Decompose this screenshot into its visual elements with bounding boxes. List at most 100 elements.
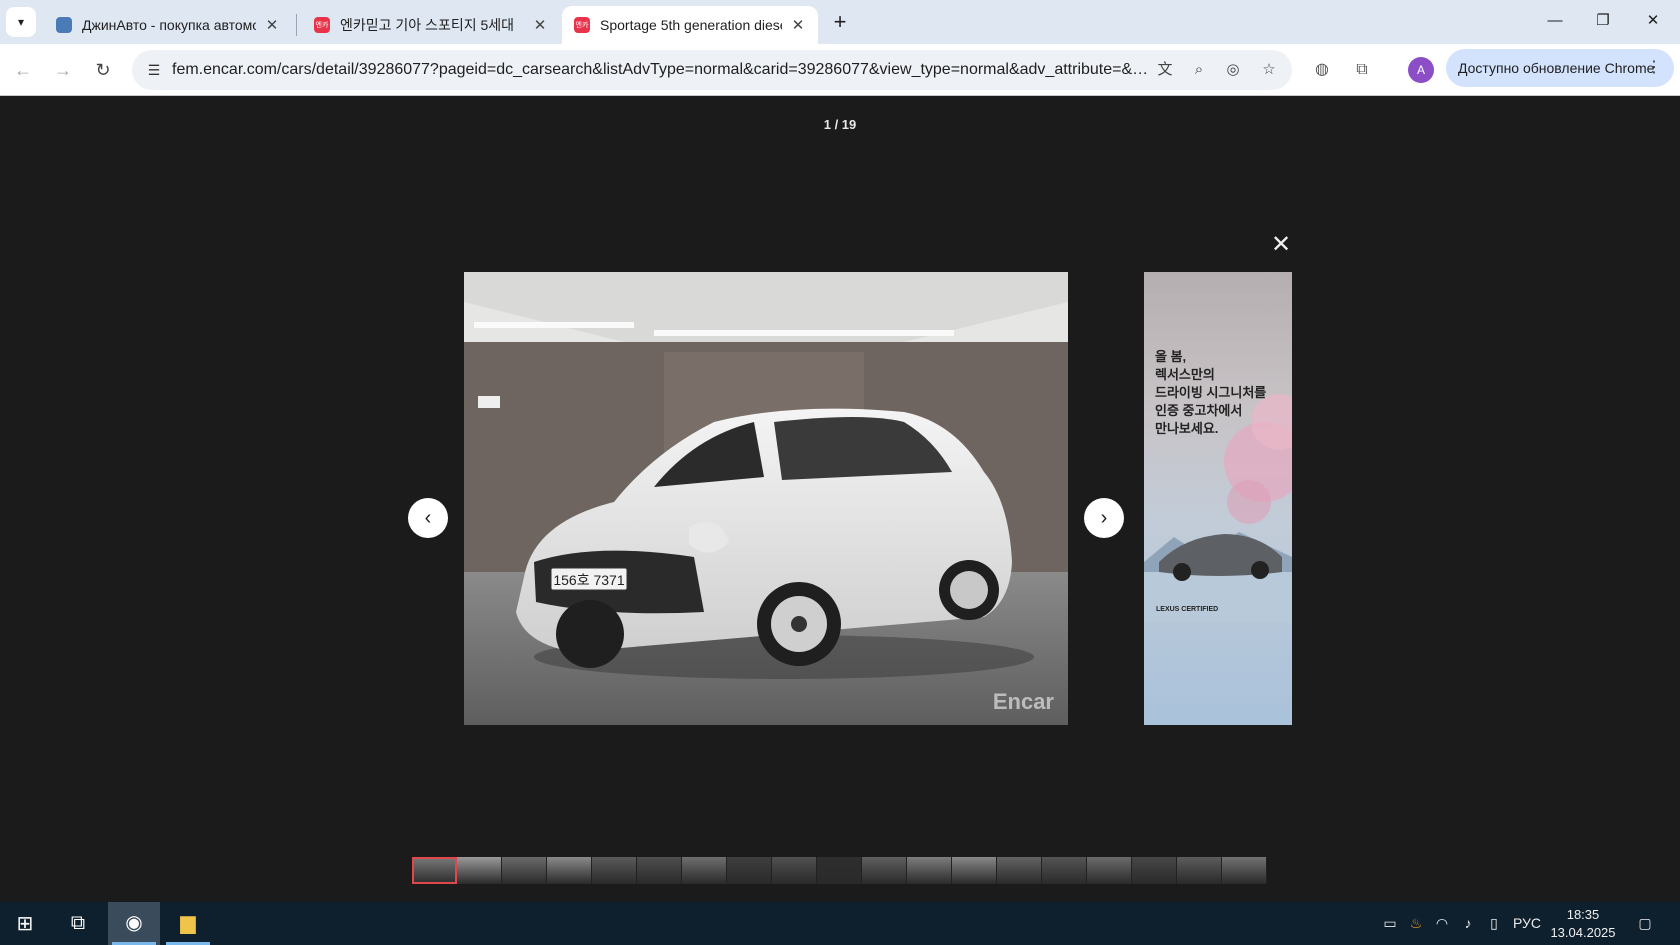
minimize-icon: —: [1547, 12, 1563, 29]
photo-thumbnail[interactable]: [592, 857, 637, 884]
close-icon: ✕: [1270, 231, 1292, 258]
tab-title: ДжинАвто - покупка автомобиля: [82, 17, 256, 33]
close-tab-icon[interactable]: ✕: [264, 16, 280, 34]
windows-taskbar: ⊞ ⧉ ◉ ▆ ▭ ♨ ◠ ♪ ▯ РУС 18:35 13.04.2025 ▢: [0, 902, 1680, 945]
photo-thumbnail[interactable]: [907, 857, 952, 884]
chevron-right-icon: ›: [1100, 507, 1108, 529]
photo-thumbnail[interactable]: [1087, 857, 1132, 884]
photo-counter: 1 / 19: [823, 117, 857, 132]
chrome-icon: ◉: [125, 912, 143, 934]
tab-encar-search[interactable]: 엔카 엔카믿고 기아 스포티지 5세대 ✕: [302, 6, 560, 44]
encar-favicon: 엔카: [574, 17, 590, 33]
photo-thumbnail[interactable]: [547, 857, 592, 884]
chevron-down-icon: ▾: [17, 15, 25, 29]
ad-illustration: [1144, 394, 1292, 622]
taskbar-file-explorer[interactable]: ▆: [162, 902, 214, 945]
extensions-icon[interactable]: ⧉: [1348, 56, 1376, 84]
taskbar-chrome[interactable]: ◉: [108, 902, 160, 945]
reload-button[interactable]: ↻: [88, 55, 118, 85]
new-tab-button[interactable]: +: [826, 8, 854, 36]
plus-icon: +: [833, 9, 847, 34]
close-tab-icon[interactable]: ✕: [790, 16, 806, 34]
restore-button[interactable]: ❐: [1580, 4, 1626, 38]
clock-date: 13.04.2025: [1550, 925, 1616, 940]
update-label: Доступно обновление Chrome: [1458, 60, 1655, 76]
car-photo: 156호 7371 Encar: [464, 272, 1068, 725]
language-indicator[interactable]: РУС: [1510, 902, 1544, 945]
photo-thumbnail[interactable]: [952, 857, 997, 884]
close-window-button[interactable]: ✕: [1630, 4, 1676, 38]
tab-search-button[interactable]: ▾: [6, 7, 36, 37]
eye-off-icon[interactable]: ◎: [1220, 58, 1246, 82]
jinauto-favicon: [56, 17, 72, 33]
battery-icon[interactable]: ▭: [1378, 902, 1402, 945]
reload-icon: ↻: [95, 60, 111, 80]
windows-logo-icon: ⊞: [16, 913, 34, 935]
photo-thumbnail[interactable]: [1042, 857, 1087, 884]
zoom-icon[interactable]: ⌕: [1186, 58, 1212, 82]
photo-thumbnail[interactable]: [727, 857, 772, 884]
kebab-menu-icon[interactable]: ⋮: [1646, 49, 1662, 87]
viewer-close-button[interactable]: ✕: [1268, 232, 1294, 258]
bookmark-star-icon[interactable]: ☆: [1256, 58, 1282, 82]
photo-thumbnail[interactable]: [457, 857, 502, 884]
ad-headline: 올 봄, 렉서스만의 드라이빙 시그니처를 인증 중고차에서 만나보세요.: [1155, 349, 1267, 436]
close-icon: ✕: [1646, 12, 1660, 29]
tab-jinauto[interactable]: ДжинАвто - покупка автомобиля ✕: [44, 6, 292, 44]
photo-thumbnail[interactable]: [1177, 857, 1222, 884]
java-icon[interactable]: ♨: [1404, 902, 1428, 945]
photo-thumbnail[interactable]: [997, 857, 1042, 884]
tab-title: Sportage 5th generation diesel: [600, 17, 782, 33]
back-button[interactable]: ←: [8, 55, 38, 85]
browser-chrome: ▾ ДжинАвто - покупка автомобиля ✕ 엔카 엔카믿…: [0, 0, 1680, 96]
address-bar[interactable]: ☰ fem.encar.com/cars/detail/39286077?pag…: [132, 50, 1292, 90]
restore-icon: ❐: [1596, 12, 1610, 29]
photo-thumbnail[interactable]: [637, 857, 682, 884]
globe-icon[interactable]: ◍: [1308, 56, 1336, 84]
photo-thumbnail[interactable]: [412, 857, 457, 884]
next-photo-button[interactable]: ›: [1084, 498, 1124, 538]
task-view-button[interactable]: ⧉: [52, 902, 104, 945]
encar-watermark: Encar: [992, 689, 1054, 714]
lexus-ad-banner[interactable]: 올 봄, 렉서스만의 드라이빙 시그니처를 인증 중고차에서 만나보세요. LE…: [1144, 272, 1292, 725]
volume-icon[interactable]: ♪: [1456, 902, 1480, 945]
photo-thumbnail[interactable]: [1132, 857, 1177, 884]
arrow-right-icon: →: [54, 60, 72, 80]
translate-icon[interactable]: 文: [1152, 58, 1178, 82]
photo-thumbnail[interactable]: [502, 857, 547, 884]
usb-icon[interactable]: ▯: [1482, 902, 1506, 945]
previous-photo-button[interactable]: ‹: [408, 498, 448, 538]
forward-button[interactable]: →: [48, 55, 78, 85]
arrow-left-icon: ←: [14, 60, 32, 80]
start-button[interactable]: ⊞: [8, 908, 42, 940]
toolbar: ← → ↻ ☰ fem.encar.com/cars/detail/392860…: [0, 44, 1680, 96]
chrome-update-button[interactable]: Доступно обновление Chrome ⋮: [1446, 49, 1674, 87]
chevron-left-icon: ‹: [424, 507, 432, 529]
notifications-icon[interactable]: ▢: [1630, 902, 1660, 945]
encar-favicon: 엔카: [314, 17, 330, 33]
system-clock[interactable]: 18:35 13.04.2025: [1548, 906, 1618, 942]
minimize-button[interactable]: —: [1532, 4, 1578, 38]
photo-thumbnail[interactable]: [817, 857, 862, 884]
tab-sportage[interactable]: 엔카 Sportage 5th generation diesel ✕: [562, 6, 818, 44]
folder-icon: ▆: [180, 912, 196, 934]
url-text[interactable]: fem.encar.com/cars/detail/39286077?pagei…: [172, 61, 1154, 79]
photo-thumbnail[interactable]: [772, 857, 817, 884]
task-view-icon: ⧉: [70, 912, 86, 934]
clock-time: 18:35: [1566, 907, 1600, 922]
tab-strip: ▾ ДжинАвто - покупка автомобиля ✕ 엔카 엔카믿…: [0, 0, 1680, 44]
thumbnail-strip: [412, 857, 1269, 884]
tab-title: 엔카믿고 기아 스포티지 5세대: [340, 17, 515, 33]
ad-brand: LEXUS CERTIFIED: [1156, 606, 1219, 613]
photo-viewer: 1 / 19 ✕ 156호 7371 Encar ‹ › 올 봄, 렉서스만의 …: [0, 96, 1680, 902]
wifi-icon[interactable]: ◠: [1430, 902, 1454, 945]
profile-avatar[interactable]: A: [1408, 57, 1434, 83]
photo-thumbnail[interactable]: [862, 857, 907, 884]
photo-thumbnail[interactable]: [682, 857, 727, 884]
photo-thumbnail[interactable]: [1222, 857, 1267, 884]
car-photo-illustration: 156호 7371: [464, 272, 1068, 725]
close-tab-icon[interactable]: ✕: [532, 16, 548, 34]
license-plate-text: 156호 7371: [553, 572, 624, 588]
site-info-icon[interactable]: ☰: [142, 58, 166, 82]
tab-separator: [296, 14, 297, 36]
